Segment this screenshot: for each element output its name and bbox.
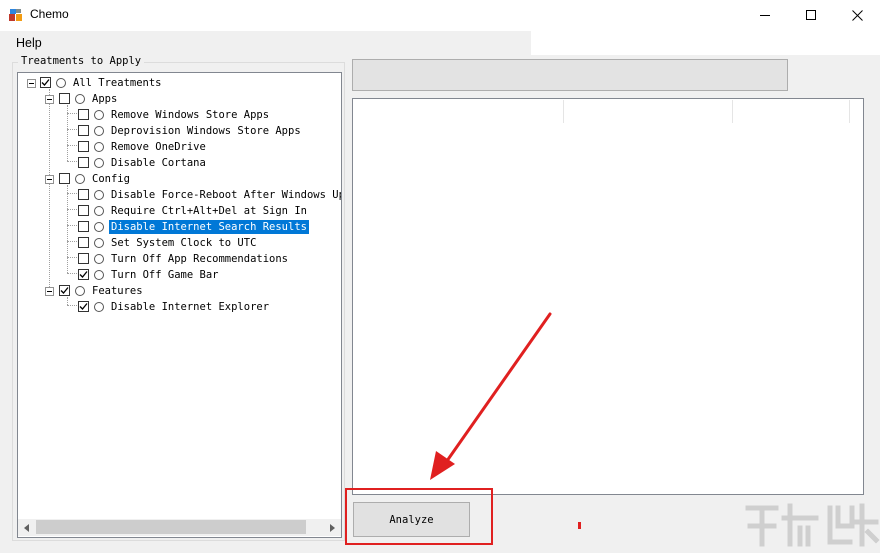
tree-node-label: Deprovision Windows Store Apps [111, 125, 301, 137]
checkbox[interactable] [59, 93, 70, 104]
tree-node-label-selected: Disable Internet Search Results [108, 219, 310, 235]
collapse-toggle[interactable] [45, 95, 54, 104]
tree-node-remove-onedrive[interactable]: Remove OneDrive [18, 139, 338, 155]
status-circle-icon [94, 270, 104, 280]
tree-node-label: Require Ctrl+Alt+Del at Sign In [111, 205, 307, 217]
collapse-toggle[interactable] [45, 287, 54, 296]
status-circle-icon [94, 126, 104, 136]
watermark-logo-icon [745, 503, 880, 547]
status-circle-icon [94, 302, 104, 312]
status-circle-icon [56, 78, 66, 88]
status-circle-icon [94, 238, 104, 248]
tree-node-all-treatments[interactable]: All Treatments [18, 75, 338, 91]
maximize-icon [806, 10, 816, 20]
annotation-mark [578, 522, 581, 529]
checkbox[interactable] [78, 125, 89, 136]
annotation-arrow-icon [430, 312, 552, 480]
status-circle-icon [94, 222, 104, 232]
close-button[interactable] [834, 0, 880, 30]
tree-node-features[interactable]: Features [18, 283, 338, 299]
checkbox[interactable] [78, 109, 89, 120]
tree-node-app-recommendations[interactable]: Turn Off App Recommendations [18, 251, 338, 267]
status-circle-icon [75, 286, 85, 296]
tree-node-disable-internet-search[interactable]: Disable Internet Search Results [18, 219, 338, 235]
tree-node-require-ctrl-alt-del[interactable]: Require Ctrl+Alt+Del at Sign In [18, 203, 338, 219]
column-separator[interactable] [563, 100, 564, 123]
checkbox[interactable] [78, 141, 89, 152]
menu-bar-blank [531, 31, 880, 55]
checkbox[interactable] [59, 285, 70, 296]
treatments-tree[interactable]: All Treatments Apps Remove Windows Store… [17, 72, 342, 538]
annotation-highlight-box [345, 488, 493, 545]
tree-node-label: Disable Force-Reboot After Windows Upd [111, 189, 342, 201]
tree-node-label: Turn Off App Recommendations [111, 253, 289, 265]
chevron-left-icon [23, 519, 30, 537]
app-icon [9, 8, 23, 22]
tree-node-game-bar[interactable]: Turn Off Game Bar [18, 267, 338, 283]
tree-node-config[interactable]: Config [18, 171, 338, 187]
tree-node-remove-store-apps[interactable]: Remove Windows Store Apps [18, 107, 338, 123]
scroll-thumb[interactable] [36, 520, 306, 534]
tree-node-apps[interactable]: Apps [18, 91, 338, 107]
checkbox[interactable] [78, 301, 89, 312]
menu-help[interactable]: Help [16, 36, 42, 50]
scroll-left-button[interactable] [18, 519, 35, 536]
checkbox[interactable] [78, 237, 89, 248]
tree-node-label: Disable Cortana [111, 157, 206, 169]
tree-node-disable-cortana[interactable]: Disable Cortana [18, 155, 338, 171]
tree-node-system-clock-utc[interactable]: Set System Clock to UTC [18, 235, 338, 251]
checkbox[interactable] [78, 189, 89, 200]
status-panel [352, 59, 788, 91]
window-title: Chemo [30, 7, 69, 21]
column-separator[interactable] [732, 100, 733, 123]
status-circle-icon [75, 174, 85, 184]
tree-node-label: All Treatments [73, 77, 162, 89]
scroll-right-button[interactable] [324, 519, 341, 536]
status-circle-icon [94, 142, 104, 152]
tree-node-label: Set System Clock to UTC [111, 237, 257, 249]
collapse-toggle[interactable] [27, 79, 36, 88]
status-circle-icon [94, 190, 104, 200]
tree-node-label: Remove Windows Store Apps [111, 109, 270, 121]
collapse-toggle[interactable] [45, 175, 54, 184]
minimize-icon [760, 10, 770, 20]
tree-node-label: Apps [92, 93, 118, 105]
tree-node-label: Turn Off Game Bar [111, 269, 219, 281]
tree-node-disable-force-reboot[interactable]: Disable Force-Reboot After Windows Upd [18, 187, 342, 203]
status-circle-icon [94, 158, 104, 168]
tree-node-label: Remove OneDrive [111, 141, 206, 153]
tree-node-label: Config [92, 173, 130, 185]
checkbox[interactable] [78, 221, 89, 232]
checkbox[interactable] [78, 253, 89, 264]
column-separator[interactable] [849, 100, 850, 123]
checkbox[interactable] [78, 269, 89, 280]
minimize-button[interactable] [742, 0, 788, 30]
menu-bar [0, 31, 531, 55]
checkbox[interactable] [40, 77, 51, 88]
tree-node-label: Features [92, 285, 143, 297]
tree-node-deprovision-store-apps[interactable]: Deprovision Windows Store Apps [18, 123, 338, 139]
maximize-button[interactable] [788, 0, 834, 30]
tree-node-disable-ie[interactable]: Disable Internet Explorer [18, 299, 338, 315]
status-circle-icon [94, 206, 104, 216]
checkbox[interactable] [59, 173, 70, 184]
status-circle-icon [75, 94, 85, 104]
treatments-group-label: Treatments to Apply [18, 55, 145, 67]
chevron-right-icon [329, 519, 336, 537]
status-circle-icon [94, 254, 104, 264]
close-icon [851, 9, 863, 21]
checkbox[interactable] [78, 157, 89, 168]
tree-node-label: Disable Internet Explorer [111, 301, 270, 313]
status-circle-icon [94, 110, 104, 120]
checkbox[interactable] [78, 205, 89, 216]
